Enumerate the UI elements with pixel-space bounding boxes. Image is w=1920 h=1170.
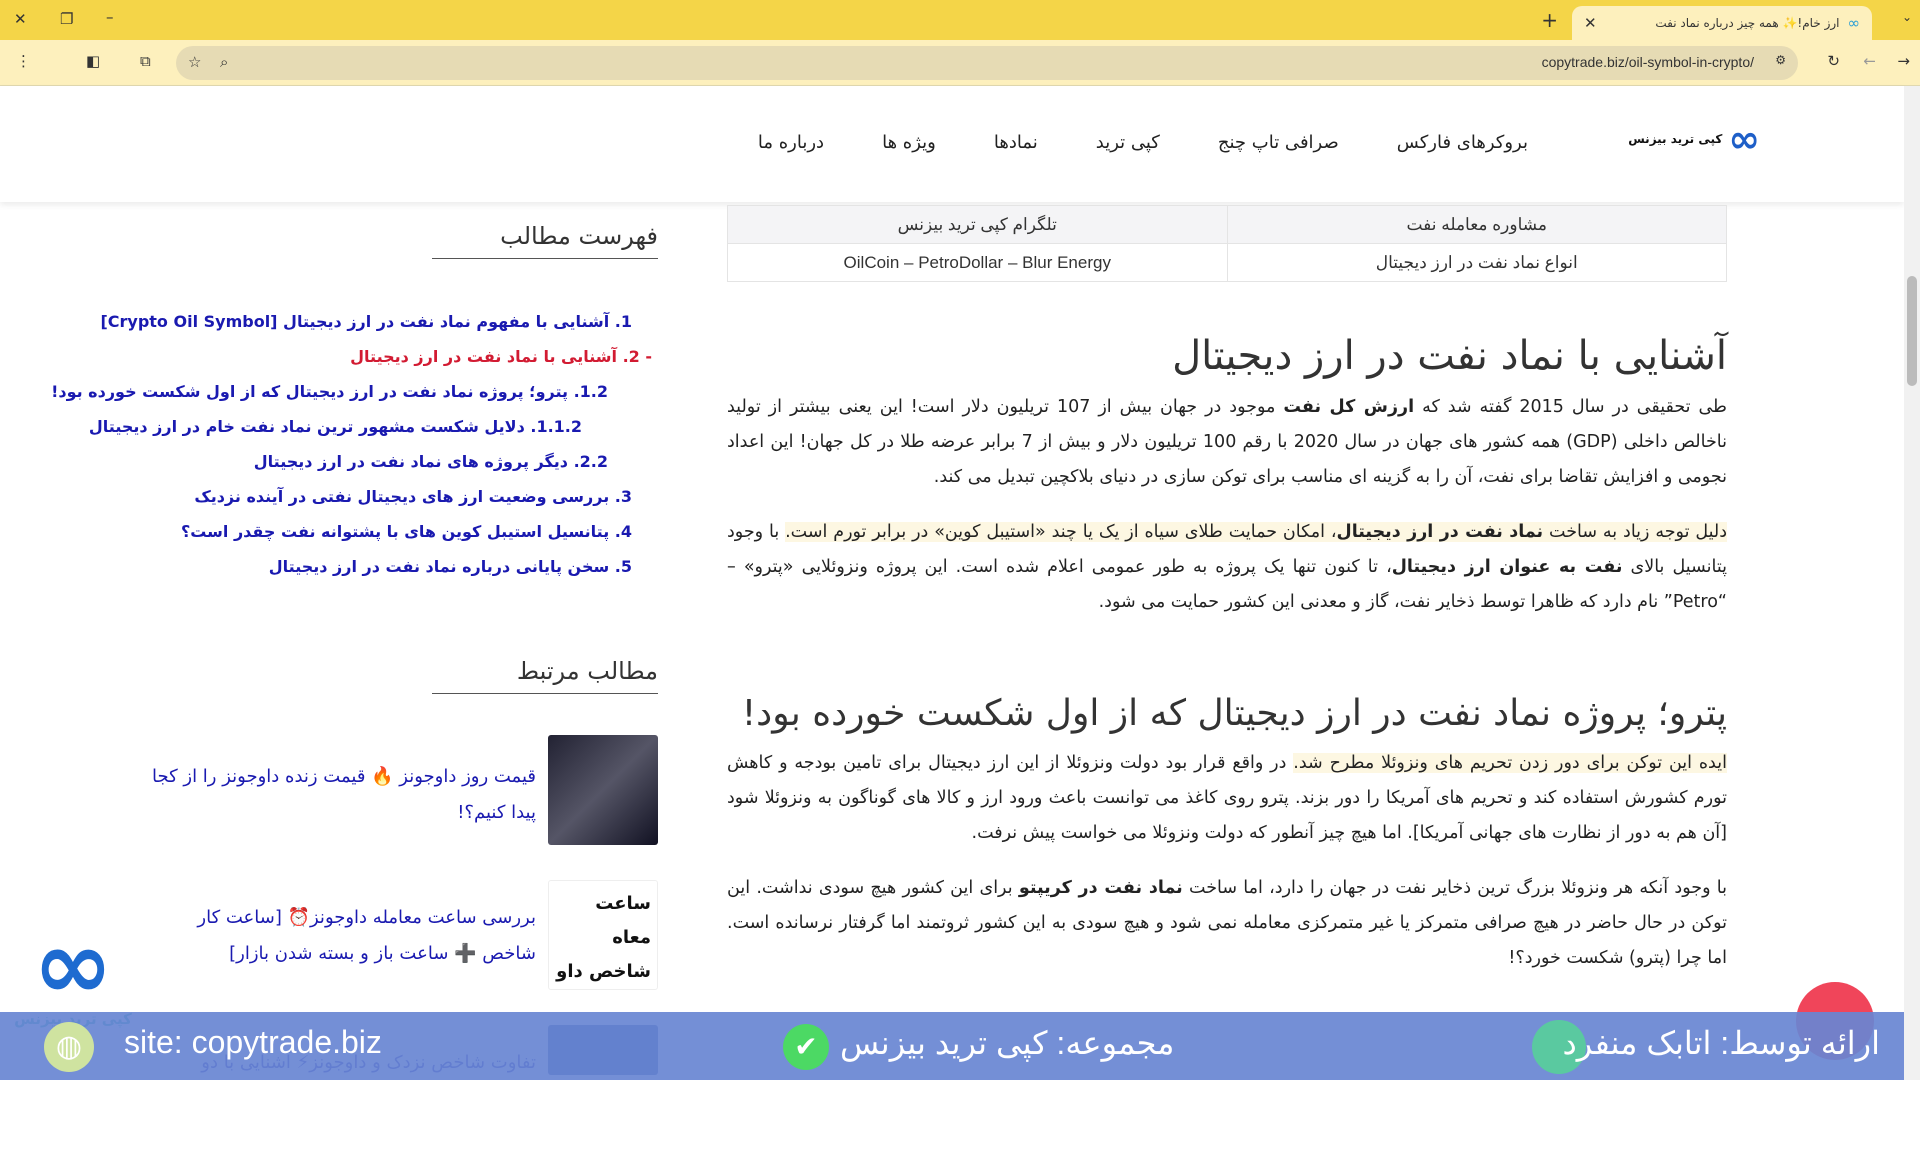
section-heading: آشنایی با نماد نفت در ارز دیجیتال	[1172, 333, 1727, 379]
table-cell[interactable]: مشاوره معامله نفت	[1226, 205, 1727, 244]
text: ، امکان حمایت طلای سیاه از یک یا چند «اس…	[785, 522, 1337, 542]
check-icon: ✔	[783, 1024, 829, 1070]
site-favicon-icon: ∞	[1847, 14, 1861, 32]
highlight: ایده این توکن برای دور زدن تحریم های ونز…	[1293, 753, 1727, 773]
bold-text: نماد نفت در ارز دیجیتال	[1336, 522, 1544, 542]
related-thumbnail[interactable]	[548, 735, 658, 845]
text: با وجود آنکه هر ونزوئلا بزرگ ترین ذخایر …	[1182, 878, 1727, 898]
toc-item[interactable]: 2.2. دیگر پروژه های نماد نفت در ارز دیجی…	[98, 444, 658, 479]
toc-item[interactable]: 5. سخن پایانی درباره نماد نفت در ارز دیج…	[98, 549, 658, 584]
nav-symbols[interactable]: نمادها	[994, 132, 1038, 153]
site-logo[interactable]: ∞ کپی ترید بیزنس	[1628, 117, 1760, 161]
reload-icon[interactable]: ↻	[1827, 52, 1840, 70]
browser-tab-bar: ✕ ❐ – + ∞ ارز خام!✨ همه چیز درباره نماد …	[0, 0, 1920, 40]
page-scrollbar[interactable]	[1904, 86, 1920, 1080]
text: طی تحقیقی در سال 2015 گفته شد که	[1414, 397, 1727, 417]
related-posts: قیمت روز داوجونز 🔥 قیمت زنده داوجونز را …	[140, 735, 658, 1170]
menu-icon[interactable]: ⋮	[16, 52, 31, 70]
logo-icon: ∞	[1728, 117, 1760, 161]
related-title: مطالب مرتبط	[432, 657, 658, 694]
related-link[interactable]: قیمت روز داوجونز 🔥 قیمت زنده داوجونز را …	[140, 735, 536, 880]
globe-icon: ◍	[44, 1022, 94, 1072]
url-text[interactable]: copytrade.biz/oil-symbol-in-crypto/	[1542, 54, 1754, 70]
nav-forex-brokers[interactable]: بروکرهای فارکس	[1397, 132, 1528, 153]
toc-item-active[interactable]: - 2. آشنایی با نماد نفت در ارز دیجیتال	[98, 339, 658, 374]
browser-toolbar: ⋮ ◧ ⧉ ☆ ⌕ copytrade.biz/oil-symbol-in-cr…	[0, 40, 1920, 86]
highlight: دلیل توجه زیاد به ساخت نماد نفت در ارز د…	[785, 522, 1728, 542]
new-tab-icon[interactable]: +	[1541, 8, 1558, 32]
banner-collection: مجموعه: کپی ترید بیزنس	[840, 1025, 1175, 1061]
close-tab-icon[interactable]: ✕	[1584, 14, 1597, 32]
banner-presenter: ارائه توسط: اتابک منفرد	[1562, 1025, 1880, 1061]
article: مشاوره معامله نفت تلگرام کپی ترید بیزنس ا…	[727, 205, 1728, 976]
main-nav: بروکرهای فارکس صرافی تاپ چنج کپی ترید نم…	[758, 132, 1528, 153]
restore-window-icon[interactable]: ❐	[60, 10, 73, 28]
related-link[interactable]: بررسی ساعت معامله داوجونز⏰ [ساعت کار شاخ…	[140, 880, 536, 1025]
section-heading: پترو؛ پروژه نماد نفت در ارز دیجیتال که ا…	[741, 693, 1727, 734]
table-cell: انواع نماد نفت در ارز دیجیتال	[1226, 243, 1727, 282]
scrollbar-thumb[interactable]	[1907, 276, 1917, 386]
browser-tab[interactable]: ∞ ارز خام!✨ همه چیز درباره نماد نفت ✕	[1572, 6, 1872, 40]
related-thumbnail[interactable]: ساعت معاه شاخص داو DOW JONES	[548, 880, 658, 990]
toc-title: فهرست مطالب	[432, 222, 658, 259]
bold-text: ارزش کل نفت	[1283, 397, 1415, 417]
close-window-icon[interactable]: ✕	[14, 10, 27, 28]
banner-site: site: copytrade.biz	[124, 1024, 382, 1060]
tab-search-icon[interactable]: ⌄	[1902, 10, 1912, 24]
minimize-window-icon[interactable]: –	[106, 8, 114, 26]
toc-item[interactable]: 1. آشنایی با مفهوم نماد نفت در ارز دیجیت…	[98, 304, 658, 339]
toc-item[interactable]: 1.1.2. دلایل شکست مشهور ترین نماد نفت خا…	[89, 409, 658, 444]
paragraph: ایده این توکن برای دور زدن تحریم های ونز…	[727, 746, 1727, 851]
extensions-icon[interactable]: ⧉	[140, 52, 151, 70]
table-of-contents: 1. آشنایی با مفهوم نماد نفت در ارز دیجیت…	[51, 304, 658, 584]
table-row: مشاوره معامله نفت تلگرام کپی ترید بیزنس	[727, 205, 1727, 244]
sidebar: فهرست مطالب 1. آشنایی با مفهوم نماد نفت …	[51, 222, 658, 694]
presenter-banner: ◍ site: copytrade.biz ✔ مجموعه: کپی ترید…	[0, 1012, 1904, 1080]
toc-item[interactable]: 4. پتانسیل استیبل کوین های با پشتوانه نف…	[98, 514, 658, 549]
nav-about[interactable]: درباره ما	[758, 132, 824, 153]
site-header: ∞ کپی ترید بیزنس بروکرهای فارکس صرافی تا…	[0, 86, 1904, 202]
nav-topchange[interactable]: صرافی تاپ چنج	[1218, 132, 1339, 153]
address-bar[interactable]: ☆ ⌕ copytrade.biz/oil-symbol-in-crypto/ …	[176, 46, 1798, 80]
nav-specials[interactable]: ویژه ها	[882, 132, 936, 153]
toc-item[interactable]: 3. بررسی وضعیت ارز های دیجیتال نفتی در آ…	[98, 479, 658, 514]
toc-item[interactable]: 1.2. پترو؛ پروژه نماد نفت در ارز دیجیتال…	[51, 374, 658, 409]
table-row: انواع نماد نفت در ارز دیجیتال OilCoin – P…	[727, 243, 1727, 282]
text: دلیل توجه زیاد به ساخت	[1543, 522, 1728, 542]
info-table: مشاوره معامله نفت تلگرام کپی ترید بیزنس ا…	[727, 205, 1727, 282]
table-cell: OilCoin – PetroDollar – Blur Energy	[727, 243, 1228, 282]
related-item[interactable]: قیمت روز داوجونز 🔥 قیمت زنده داوجونز را …	[140, 735, 658, 880]
forward-icon[interactable]: →	[1897, 52, 1910, 70]
logo-text: کپی ترید بیزنس	[1628, 132, 1723, 146]
bold-text: نفت به عنوان ارز دیجیتال	[1391, 557, 1623, 577]
tab-title: ارز خام!✨ همه چیز درباره نماد نفت	[1655, 16, 1840, 30]
paragraph: طی تحقیقی در سال 2015 گفته شد که ارزش کل…	[727, 390, 1727, 495]
back-icon[interactable]: ←	[1863, 52, 1876, 70]
sidebar-icon[interactable]: ◧	[86, 52, 100, 70]
nav-copy-trade[interactable]: کپی ترید	[1096, 132, 1160, 153]
table-cell[interactable]: تلگرام کپی ترید بیزنس	[727, 205, 1228, 244]
related-item[interactable]: ساعت معاه شاخص داو DOW JONES بررسی ساعت …	[140, 880, 658, 1025]
bold-text: نماد نفت در کریپتو	[1018, 878, 1183, 898]
bookmark-star-icon[interactable]: ☆	[188, 53, 201, 71]
paragraph: دلیل توجه زیاد به ساخت نماد نفت در ارز د…	[727, 515, 1728, 620]
watermark-logo-icon: ∞	[33, 909, 113, 1021]
paragraph: با وجود آنکه هر ونزوئلا بزرگ ترین ذخایر …	[727, 871, 1727, 976]
zoom-icon[interactable]: ⌕	[220, 53, 228, 71]
site-settings-icon[interactable]: ⚙	[1775, 53, 1786, 67]
